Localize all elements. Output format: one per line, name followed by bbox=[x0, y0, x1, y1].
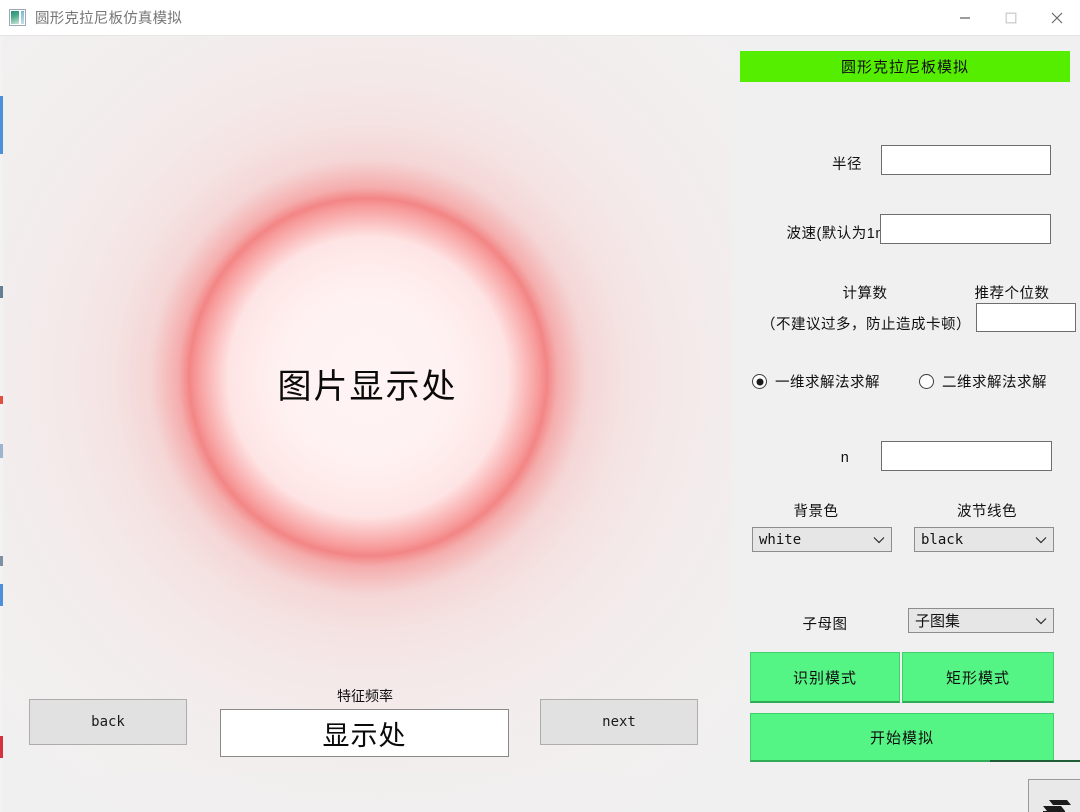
rect-mode-button[interactable]: 矩形模式 bbox=[902, 652, 1054, 703]
calc-count-input[interactable] bbox=[976, 303, 1076, 332]
back-button[interactable]: back bbox=[29, 699, 187, 745]
recognize-mode-button[interactable]: 识别模式 bbox=[750, 652, 900, 703]
solver-option-2d-label: 二维求解法求解 bbox=[942, 375, 1047, 391]
solver-option-2d[interactable]: 二维求解法求解 bbox=[919, 371, 1047, 392]
calc-count-label: 计算数 bbox=[842, 286, 888, 302]
next-button[interactable]: next bbox=[540, 699, 698, 745]
subplot-value: 子图集 bbox=[915, 613, 961, 630]
close-icon bbox=[1051, 12, 1063, 23]
node-line-color-select[interactable]: black bbox=[914, 527, 1054, 552]
chevron-down-icon bbox=[1035, 617, 1047, 625]
node-line-color-label: 波节线色 bbox=[957, 504, 1017, 520]
corner-floating-widget[interactable] bbox=[1028, 779, 1080, 812]
subplot-label: 子母图 bbox=[802, 617, 848, 633]
start-simulation-button[interactable]: 开始模拟 bbox=[750, 713, 1054, 762]
windows-stack-icon bbox=[1043, 800, 1071, 812]
background-color-select[interactable]: white bbox=[752, 527, 892, 552]
radio-selected-icon[interactable] bbox=[752, 374, 767, 389]
corner-accent-line bbox=[990, 760, 1080, 762]
chevron-down-icon bbox=[1035, 536, 1047, 544]
background-color-value: white bbox=[759, 531, 802, 548]
n-input[interactable] bbox=[881, 441, 1052, 471]
node-line-color-value: black bbox=[921, 531, 964, 548]
maximize-button[interactable] bbox=[988, 0, 1034, 36]
chevron-down-icon bbox=[873, 536, 885, 544]
window-title: 圆形克拉尼板仿真模拟 bbox=[35, 11, 182, 27]
solver-option-1d-label: 一维求解法求解 bbox=[775, 375, 880, 391]
title-bar: 圆形克拉尼板仿真模拟 bbox=[0, 0, 1080, 36]
background-color-label: 背景色 bbox=[793, 504, 839, 520]
minimize-icon bbox=[960, 16, 970, 19]
subplot-select[interactable]: 子图集 bbox=[908, 608, 1054, 633]
minimize-button[interactable] bbox=[942, 0, 988, 36]
solver-option-1d[interactable]: 一维求解法求解 bbox=[752, 371, 880, 392]
radius-input[interactable] bbox=[881, 145, 1051, 175]
frequency-label: 特征频率 bbox=[337, 688, 393, 704]
calc-count-hint: （不建议过多，防止造成卡顿） bbox=[761, 317, 971, 333]
app-image-icon bbox=[9, 9, 26, 26]
wave-speed-input[interactable] bbox=[880, 214, 1051, 244]
image-placeholder-text: 图片显示处 bbox=[277, 367, 458, 407]
close-button[interactable] bbox=[1034, 0, 1080, 36]
panel-header-title: 圆形克拉尼板模拟 bbox=[740, 51, 1070, 82]
frequency-value: 显示处 bbox=[322, 720, 407, 752]
frequency-display-box: 显示处 bbox=[220, 709, 509, 757]
maximize-icon bbox=[1005, 12, 1017, 23]
recommend-digits-label: 推荐个位数 bbox=[974, 286, 1050, 302]
control-panel: 圆形克拉尼板模拟 半径 波速(默认为1m/s) 计算数 推荐个位数 （不建议过多… bbox=[732, 37, 1080, 812]
solver-radio-group: 一维求解法求解 二维求解法求解 bbox=[744, 371, 1074, 393]
radio-unselected-icon[interactable] bbox=[919, 374, 934, 389]
application-window: 圆形克拉尼板仿真模拟 图片显示处 back 特征频率 显示处 next 圆形克拉… bbox=[0, 0, 1080, 812]
